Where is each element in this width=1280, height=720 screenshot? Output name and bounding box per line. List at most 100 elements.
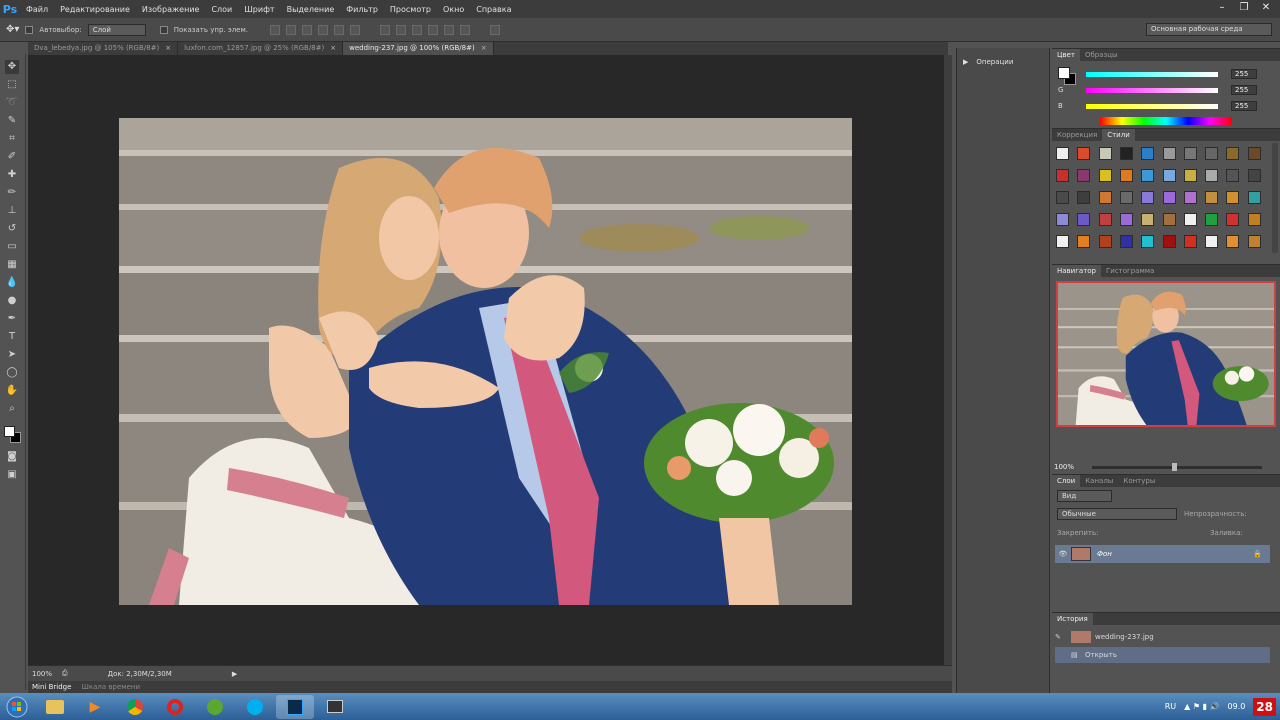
style-swatch[interactable] <box>1141 147 1155 160</box>
menu-window[interactable]: Окно <box>437 5 470 14</box>
style-swatch[interactable] <box>1205 147 1219 160</box>
style-swatch[interactable] <box>1141 169 1155 182</box>
layer-row-background[interactable]: 👁 Фон 🔒 <box>1055 545 1270 563</box>
history-snapshot[interactable]: ✎ wedding-237.jpg <box>1055 629 1270 645</box>
menu-select[interactable]: Выделение <box>281 5 341 14</box>
taskbar-photoshop[interactable] <box>276 694 314 719</box>
style-swatch[interactable] <box>1247 169 1261 182</box>
eye-icon[interactable]: 👁 <box>1055 550 1071 558</box>
style-swatch[interactable] <box>1098 147 1112 160</box>
path-select-tool-icon[interactable]: ➤ <box>5 348 19 362</box>
menu-layers[interactable]: Слои <box>205 5 238 14</box>
autoselect-checkbox[interactable] <box>25 25 34 34</box>
align-vcenter-icon[interactable] <box>285 24 296 35</box>
eyedropper-tool-icon[interactable]: ✐ <box>5 150 19 164</box>
menu-image[interactable]: Изображение <box>136 5 206 14</box>
type-tool-icon[interactable]: T <box>5 330 19 344</box>
distribute-vcenter-icon[interactable] <box>395 24 406 35</box>
navigator-thumbnail[interactable] <box>1056 281 1276 427</box>
align-right-icon[interactable] <box>349 24 360 35</box>
style-swatch[interactable] <box>1162 213 1176 226</box>
style-swatch[interactable] <box>1205 191 1219 204</box>
clock-badge[interactable]: 28 <box>1253 697 1276 716</box>
lasso-tool-icon[interactable]: ➰ <box>5 96 19 110</box>
quick-mask-icon[interactable]: ◙ <box>5 450 19 464</box>
tray-date[interactable]: 09.0 <box>1227 702 1245 711</box>
gradient-tool-icon[interactable]: ▦ <box>5 258 19 272</box>
tab-navigator[interactable]: Навигатор <box>1052 265 1101 277</box>
menu-view[interactable]: Просмотр <box>384 5 437 14</box>
style-swatch[interactable] <box>1247 213 1261 226</box>
menu-edit[interactable]: Редактирование <box>54 5 136 14</box>
tab-adjustments[interactable]: Коррекция <box>1052 129 1102 141</box>
menu-file[interactable]: Файл <box>20 5 54 14</box>
style-swatch[interactable] <box>1183 147 1197 160</box>
style-swatch[interactable] <box>1056 213 1069 226</box>
style-swatch[interactable] <box>1056 169 1069 182</box>
crop-tool-icon[interactable]: ⌗ <box>5 132 19 146</box>
healing-brush-tool-icon[interactable]: ✚ <box>5 168 19 182</box>
tab-swatches[interactable]: Образцы <box>1080 49 1123 61</box>
document-image[interactable] <box>119 118 852 605</box>
history-brush-tool-icon[interactable]: ↺ <box>5 222 19 236</box>
foreground-color-swatch[interactable] <box>4 426 15 437</box>
style-swatch[interactable] <box>1077 235 1091 248</box>
style-swatch[interactable] <box>1098 235 1112 248</box>
green-value[interactable]: 255 <box>1231 85 1257 95</box>
export-icon[interactable]: ⎙ <box>62 669 68 678</box>
taskbar-app[interactable] <box>316 695 354 719</box>
minimize-icon[interactable]: – <box>1214 2 1230 14</box>
style-swatch[interactable] <box>1247 235 1261 248</box>
actions-button[interactable]: ▶ Операции <box>963 58 1013 66</box>
red-slider[interactable]: R 255 <box>1058 69 1276 79</box>
style-swatch[interactable] <box>1226 235 1240 248</box>
style-swatch[interactable] <box>1119 169 1133 182</box>
align-top-icon[interactable] <box>269 24 280 35</box>
language-indicator[interactable]: RU <box>1165 702 1176 711</box>
zoom-level[interactable]: 100% <box>32 670 52 678</box>
style-swatch[interactable] <box>1183 235 1197 248</box>
layer-name[interactable]: Фон <box>1097 550 1112 558</box>
tab-channels[interactable]: Каналы <box>1080 475 1118 487</box>
doc-tab[interactable]: Dva_lebedya.jpg @ 105% (RGB/8#) × <box>28 42 179 55</box>
style-swatch[interactable] <box>1141 213 1155 226</box>
taskbar-media-player[interactable]: ▶ <box>76 695 114 719</box>
move-tool-preset-icon[interactable]: ✥▾ <box>6 24 19 35</box>
status-menu-arrow-icon[interactable]: ▶ <box>232 670 237 678</box>
style-swatch[interactable] <box>1119 191 1133 204</box>
style-swatch[interactable] <box>1056 191 1069 204</box>
restore-icon[interactable]: ❐ <box>1236 2 1252 14</box>
style-swatch[interactable] <box>1077 147 1091 160</box>
auto-align-icon[interactable] <box>489 24 500 35</box>
close-tab-icon[interactable]: × <box>165 44 171 52</box>
doc-tab-active[interactable]: wedding-237.jpg @ 100% (RGB/8#) × <box>343 42 494 55</box>
red-value[interactable]: 255 <box>1231 69 1257 79</box>
distribute-hcenter-icon[interactable] <box>443 24 454 35</box>
style-swatch[interactable] <box>1141 191 1155 204</box>
styles-scrollbar[interactable] <box>1272 143 1278 253</box>
tab-styles[interactable]: Стили <box>1102 129 1135 141</box>
align-hcenter-icon[interactable] <box>333 24 344 35</box>
brush-tool-icon[interactable]: ✏ <box>5 186 19 200</box>
tab-mini-bridge[interactable]: Mini Bridge <box>32 683 71 691</box>
style-swatch[interactable] <box>1056 235 1069 248</box>
doc-size-info[interactable]: Док: 2,30M/2,30M <box>108 670 172 678</box>
style-swatch[interactable] <box>1077 169 1091 182</box>
style-swatch[interactable] <box>1141 235 1155 248</box>
blue-slider-track[interactable] <box>1086 103 1218 109</box>
blur-tool-icon[interactable]: 💧 <box>5 276 19 290</box>
green-slider-track[interactable] <box>1086 87 1218 93</box>
style-swatch[interactable] <box>1183 169 1197 182</box>
hand-tool-icon[interactable]: ✋ <box>5 384 19 398</box>
tray-icons[interactable]: ▲ ⚑ ▮ 🔊 <box>1184 702 1219 711</box>
style-swatch[interactable] <box>1098 169 1112 182</box>
distribute-right-icon[interactable] <box>459 24 470 35</box>
menu-help[interactable]: Справка <box>470 5 517 14</box>
style-swatch[interactable] <box>1247 191 1261 204</box>
style-swatch[interactable] <box>1077 213 1091 226</box>
clone-stamp-tool-icon[interactable]: ⊥ <box>5 204 19 218</box>
layer-filter-dropdown[interactable]: Вид <box>1057 490 1112 502</box>
style-swatch[interactable] <box>1205 235 1219 248</box>
taskbar-utorrent[interactable] <box>196 695 234 719</box>
close-tab-icon[interactable]: × <box>481 44 487 52</box>
